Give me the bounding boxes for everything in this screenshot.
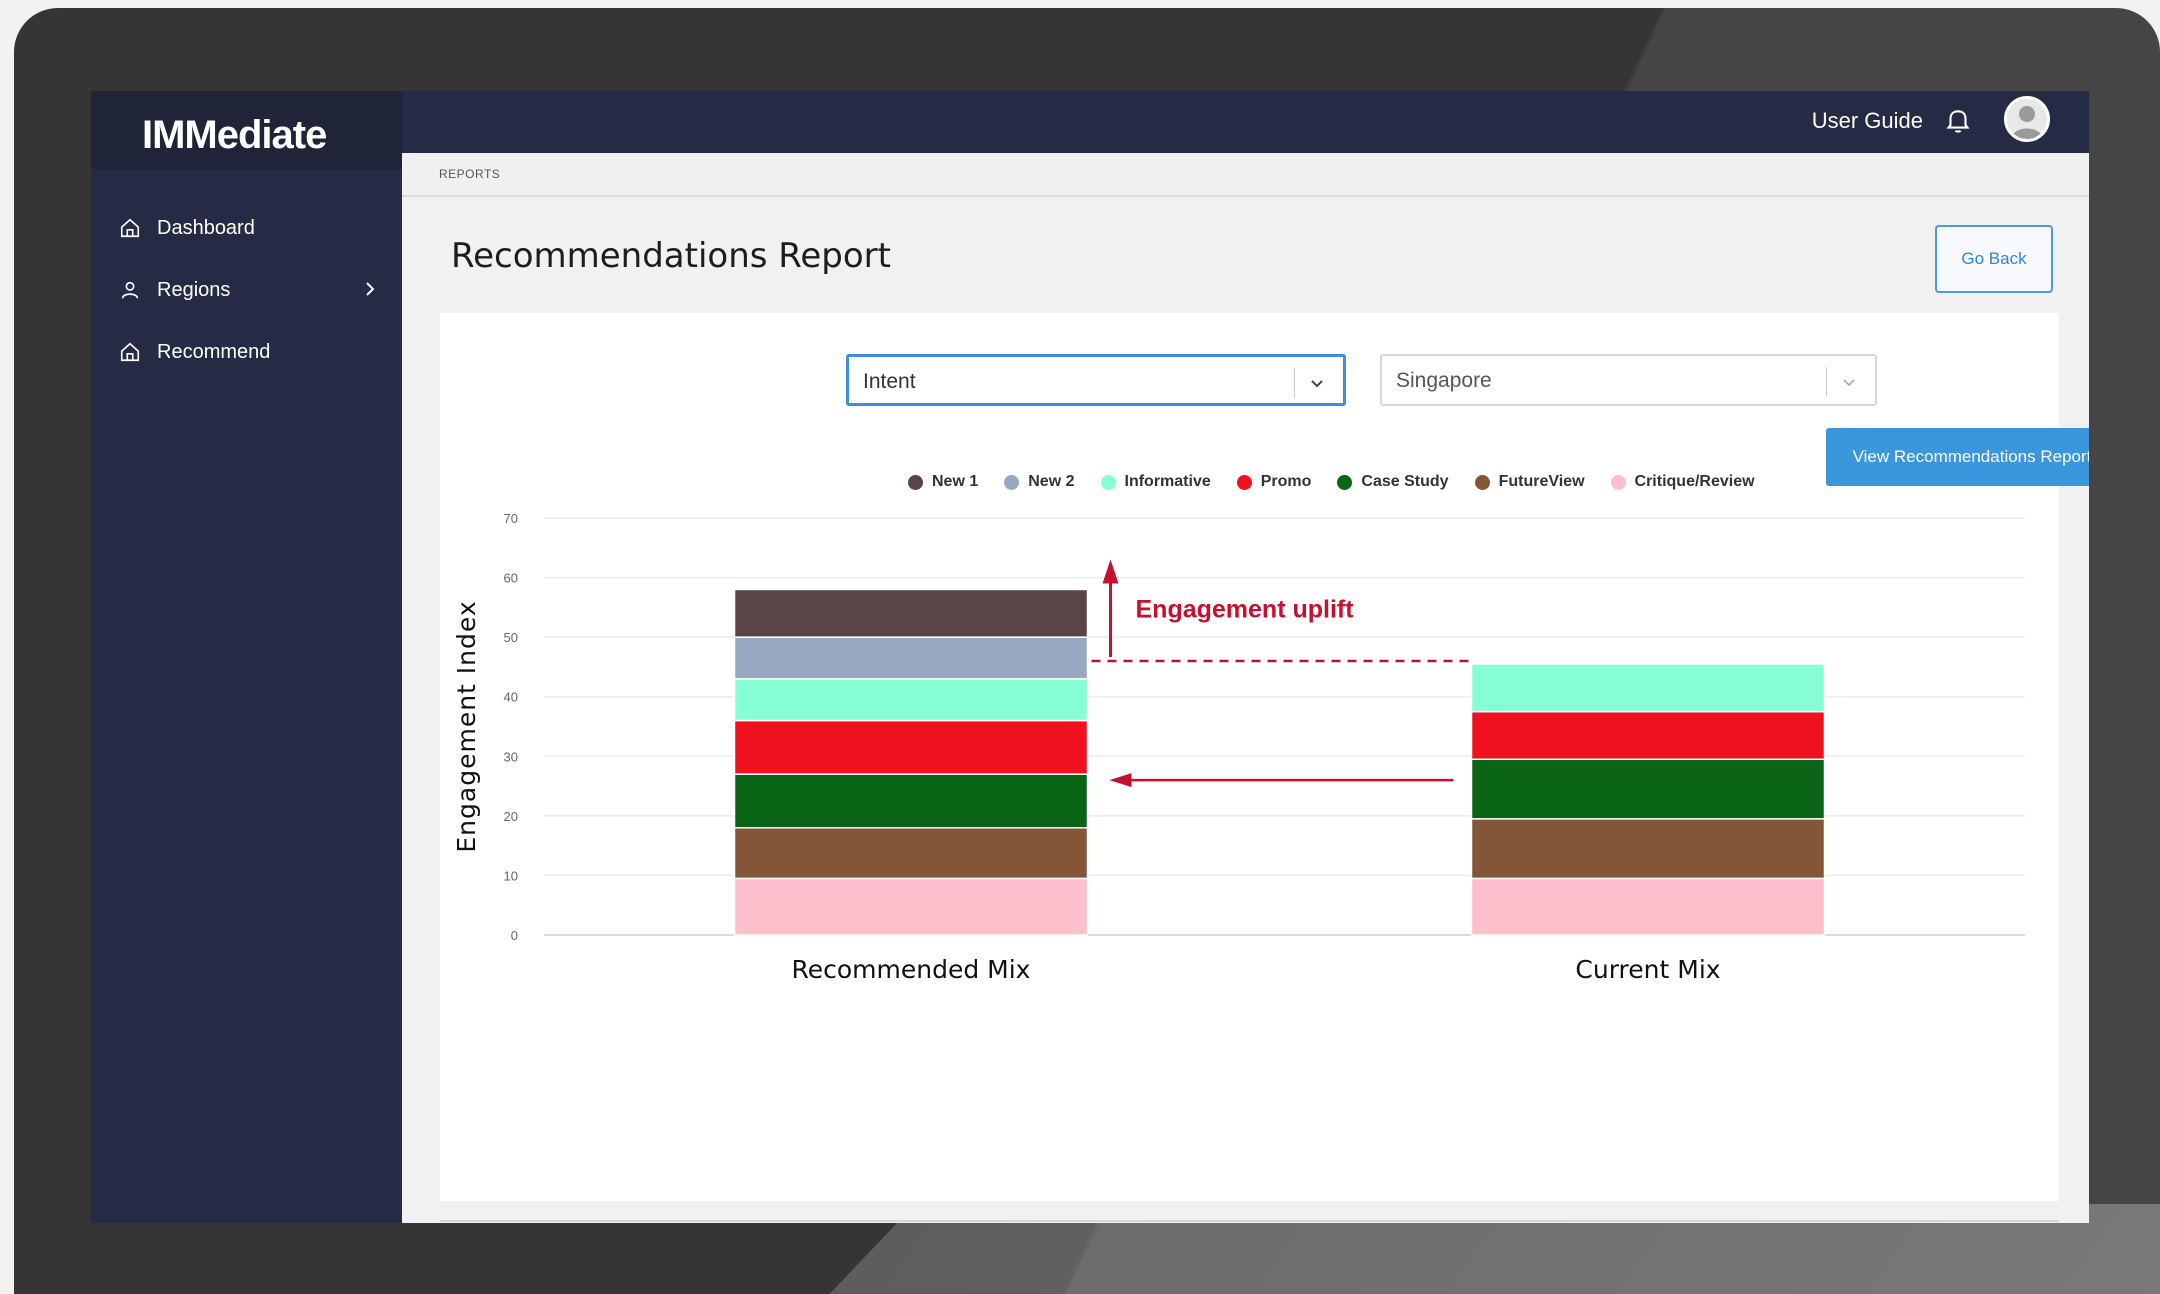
bar-segment [1470, 818, 1826, 880]
arrow-left-icon [1109, 773, 1132, 788]
y-tick-label: 0 [511, 928, 518, 943]
home-icon [117, 215, 143, 241]
arrow-up-icon [1102, 559, 1119, 584]
bar-segment [733, 773, 1089, 829]
bar-segment [733, 588, 1089, 638]
y-tick-label: 50 [504, 630, 518, 645]
user-icon [117, 277, 143, 303]
app-logo: IMMediate [91, 91, 402, 169]
y-tick-label: 60 [504, 571, 518, 586]
sidebar-item-recommend[interactable]: Recommend [91, 321, 402, 383]
x-tick-label: Current Mix [1575, 955, 1720, 984]
home-icon [117, 339, 143, 365]
bar-segment [1470, 877, 1826, 936]
divider [440, 1220, 2059, 1222]
sidebar-nav: Dashboard Regions Recommend [91, 197, 402, 383]
bar-segment [1470, 758, 1826, 820]
sidebar-item-dashboard[interactable]: Dashboard [91, 197, 402, 259]
app-screen: IMMediate Dashboard Regions Recommend Us… [91, 91, 2089, 1223]
sidebar-item-label: Dashboard [157, 216, 255, 239]
y-tick-label: 20 [504, 809, 518, 824]
sidebar-item-label: Regions [157, 278, 231, 301]
page-title: Recommendations Report [451, 236, 891, 276]
bar-segment [1470, 663, 1826, 713]
bar-segment [733, 719, 1089, 775]
y-axis-label: Engagement Index [452, 600, 481, 852]
go-back-button[interactable]: Go Back [1935, 225, 2053, 293]
sidebar: IMMediate Dashboard Regions Recommend [91, 91, 402, 1223]
x-tick-label: Recommended Mix [792, 955, 1031, 984]
sidebar-item-regions[interactable]: Regions [91, 259, 402, 321]
y-tick-label: 40 [504, 690, 518, 705]
bell-icon[interactable] [1943, 105, 1973, 135]
bar-segment [733, 636, 1089, 680]
y-tick-label: 10 [504, 868, 518, 883]
bar-segment [1470, 710, 1826, 761]
bar-segment [733, 877, 1089, 936]
breadcrumb[interactable]: REPORTS [439, 167, 500, 181]
report-card: Intent Singapore View Recommendations Re… [440, 313, 2089, 1201]
avatar[interactable] [2004, 96, 2050, 142]
sidebar-item-label: Recommend [157, 340, 271, 363]
y-tick-label: 70 [504, 511, 518, 526]
bar-segment [733, 827, 1089, 880]
stacked-bar-chart: 0 10 20 30 40 50 60 70 Engagement Index Recommend… [452, 511, 2025, 984]
top-bar: User Guide [402, 91, 2089, 153]
uplift-annotation: Engagement uplift [1136, 595, 1355, 623]
y-tick-label: 30 [504, 749, 518, 764]
user-guide-link[interactable]: User Guide [1812, 108, 1923, 134]
breadcrumb-bar: REPORTS [402, 153, 2089, 197]
chevron-right-icon [360, 279, 380, 299]
bar-segment [733, 678, 1089, 722]
